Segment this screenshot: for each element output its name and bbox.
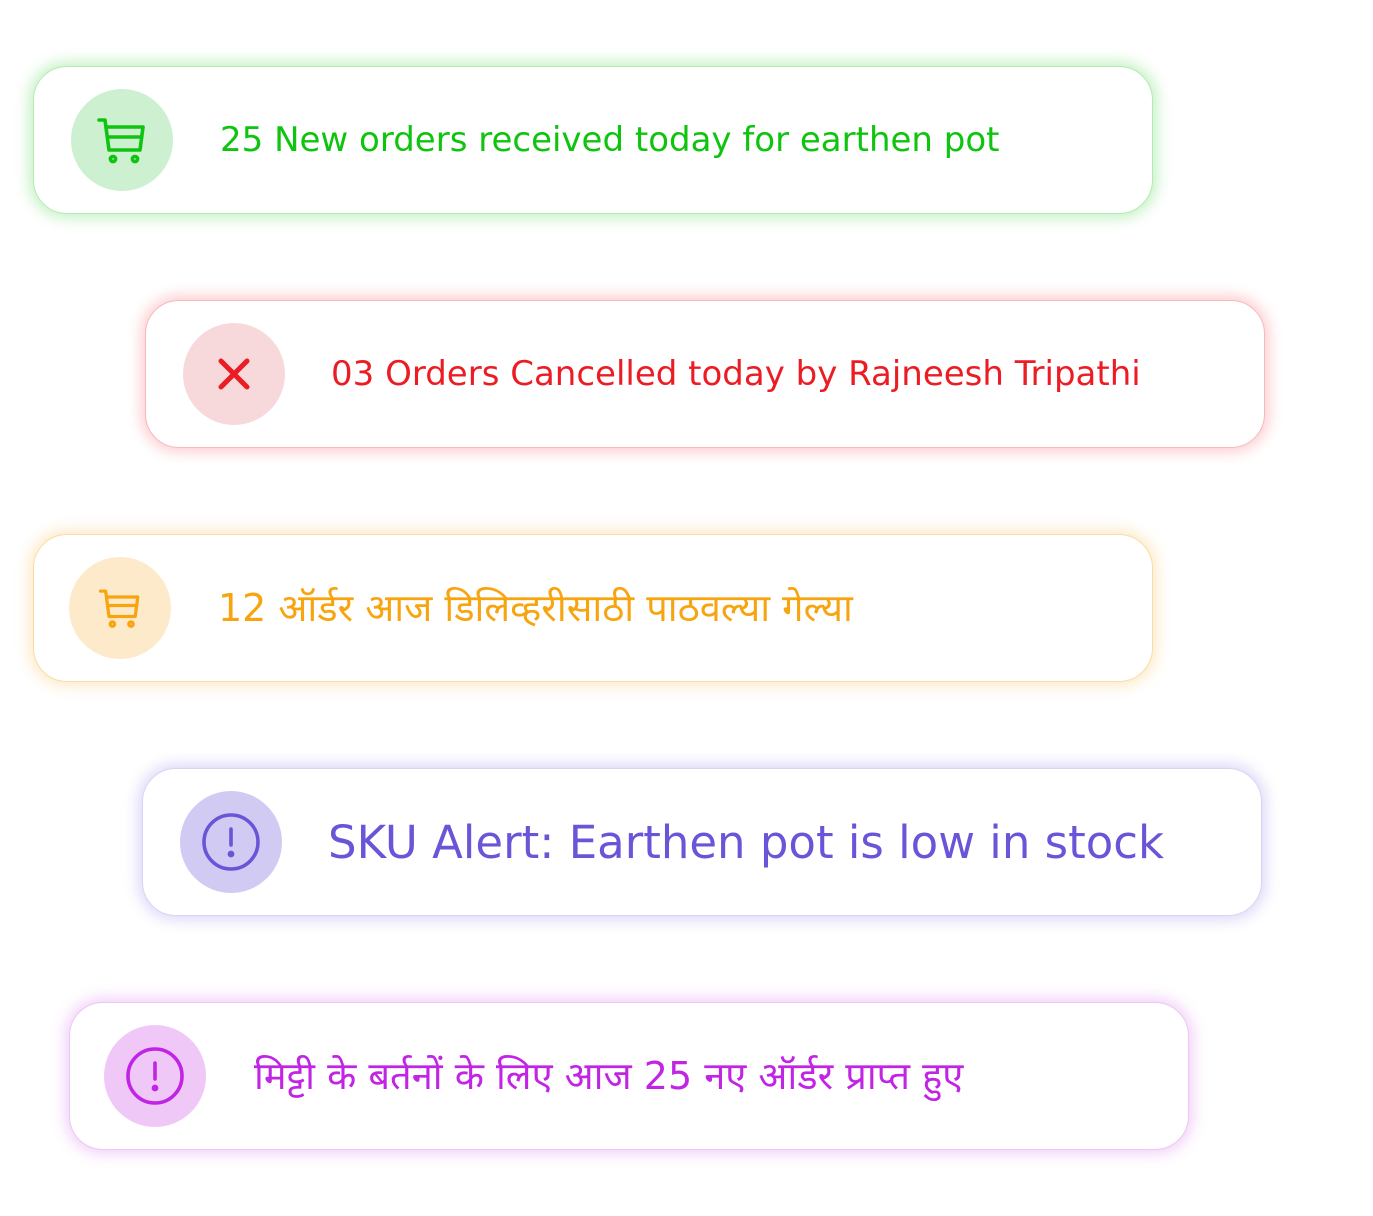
notification-message: 03 Orders Cancelled today by Rajneesh Tr…	[331, 354, 1141, 394]
notification-orders-dispatched[interactable]: 12 ऑर्डर आज डिलिव्हरीसाठी पाठवल्या गेल्य…	[33, 534, 1153, 682]
notification-message: मिट्टी के बर्तनों के लिए आज 25 नए ऑर्डर …	[254, 1054, 964, 1098]
notification-message: 12 ऑर्डर आज डिलिव्हरीसाठी पाठवल्या गेल्य…	[218, 586, 853, 630]
notification-orders-received[interactable]: 25 New orders received today for earthen…	[33, 66, 1153, 214]
alert-circle-icon	[104, 1025, 206, 1127]
notification-message: SKU Alert: Earthen pot is low in stock	[328, 815, 1165, 869]
notification-orders-cancelled[interactable]: 03 Orders Cancelled today by Rajneesh Tr…	[145, 300, 1265, 448]
close-icon	[183, 323, 285, 425]
notification-message: 25 New orders received today for earthen…	[220, 120, 1000, 160]
cart-icon	[69, 557, 171, 659]
notification-sku-alert[interactable]: SKU Alert: Earthen pot is low in stock	[142, 768, 1262, 916]
cart-icon	[71, 89, 173, 191]
notification-orders-received-hindi[interactable]: मिट्टी के बर्तनों के लिए आज 25 नए ऑर्डर …	[69, 1002, 1189, 1150]
alert-circle-icon	[180, 791, 282, 893]
